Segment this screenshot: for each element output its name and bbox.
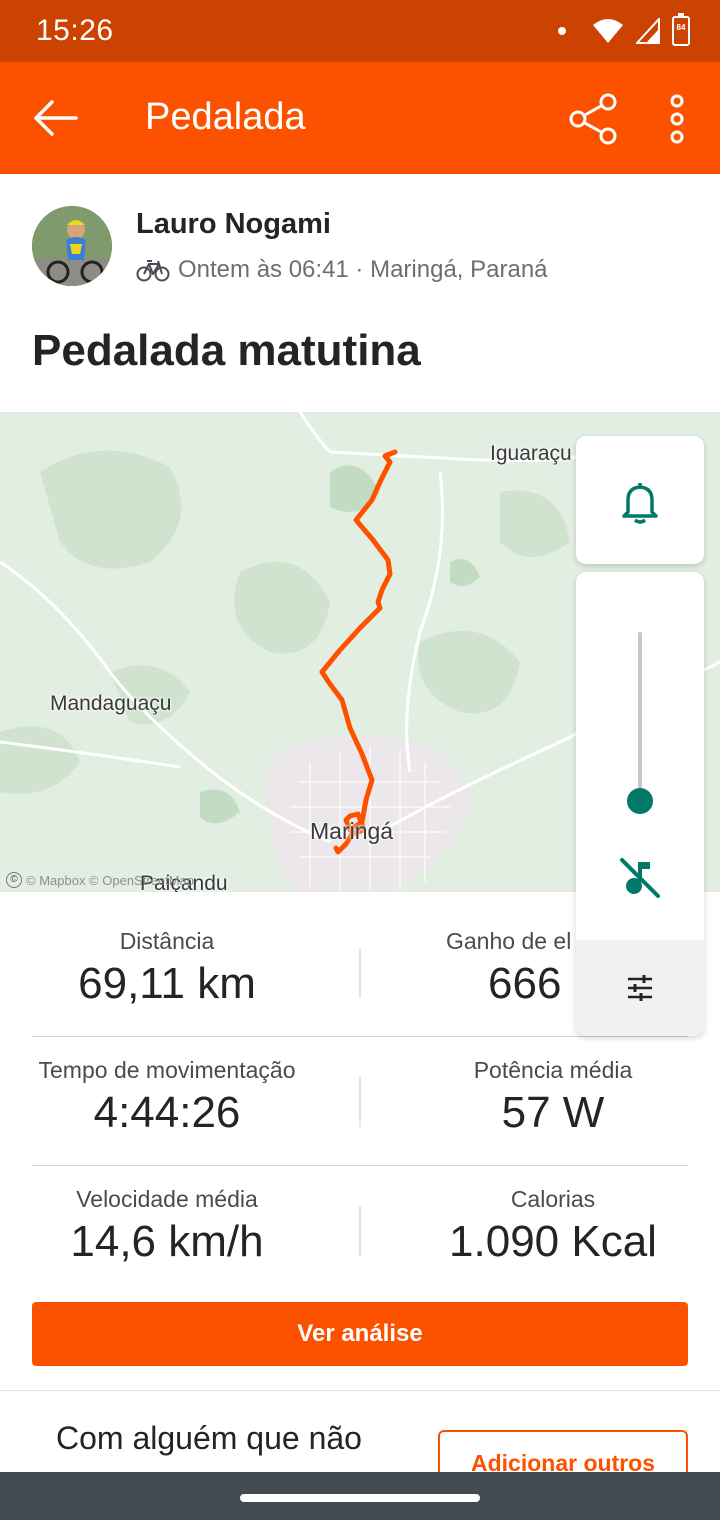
info-icon[interactable]: ©	[6, 872, 22, 888]
volume-slider-thumb[interactable]	[627, 788, 653, 814]
status-time: 15:26	[36, 14, 114, 47]
stat-moving-time: Tempo de movimentação 4:44:26	[0, 1057, 334, 1138]
bell-icon	[622, 483, 658, 524]
activity-meta-text: Ontem às 06:41 · Maringá, Paraná	[178, 256, 548, 283]
wifi-icon	[593, 19, 623, 43]
activity-meta: Ontem às 06:41 · Maringá, Paraná	[136, 256, 548, 284]
stat-avg-power: Potência média 57 W	[386, 1057, 720, 1138]
status-icons: 84	[558, 13, 690, 48]
stat-avg-speed: Velocidade média 14,6 km/h	[0, 1186, 334, 1267]
stat-divider	[359, 1077, 361, 1127]
stat-distance: Distância 69,11 km	[0, 928, 334, 1009]
stat-label: Velocidade média	[76, 1186, 258, 1212]
stat-value: 1.090 Kcal	[449, 1217, 657, 1266]
notification-dot-icon	[558, 27, 566, 35]
stat-divider	[359, 948, 361, 998]
stat-label: Calorias	[510, 1186, 596, 1212]
status-bar: 15:26 84	[0, 0, 720, 62]
back-arrow-icon[interactable]	[30, 94, 82, 142]
system-nav-bar	[0, 1472, 720, 1520]
map-attribution[interactable]: © © Mapbox © OpenStreetMap	[6, 872, 194, 888]
stat-value: 57 W	[501, 1088, 605, 1137]
stat-label: Distância	[119, 928, 215, 954]
attribution-text: © Mapbox © OpenStreetMap	[26, 872, 195, 888]
share-icon[interactable]	[566, 92, 620, 146]
bike-icon	[136, 260, 170, 282]
activity-title: Pedalada matutina	[32, 326, 421, 375]
stat-label: Potência média	[473, 1057, 633, 1083]
view-analysis-button[interactable]: Ver análise	[32, 1302, 688, 1366]
stat-value: 69,11 km	[78, 959, 256, 1008]
stats-row-divider	[32, 1036, 688, 1037]
map-label-maringa: Maringá	[310, 818, 394, 844]
music-muted-icon[interactable]	[618, 856, 662, 900]
home-gesture-handle[interactable]	[240, 1494, 480, 1502]
stat-value: 14,6 km/h	[70, 1217, 264, 1266]
ringer-mode-button[interactable]	[576, 436, 704, 564]
athlete-name[interactable]: Lauro Nogami	[136, 208, 331, 241]
section-divider	[0, 1390, 720, 1391]
app-bar: Pedalada	[0, 62, 720, 174]
signal-icon	[636, 18, 660, 44]
battery-icon: 84	[672, 13, 690, 46]
stat-calories: Calorias 1.090 Kcal	[386, 1186, 720, 1267]
volume-control	[576, 572, 704, 1036]
stats-row-divider	[32, 1165, 688, 1166]
map-label-mandaguacu: Mandaguaçu	[50, 692, 172, 715]
stat-label: Tempo de movimentação	[38, 1057, 296, 1083]
stat-value: 4:44:26	[93, 1088, 241, 1137]
stat-divider	[359, 1206, 361, 1256]
page-title: Pedalada	[145, 96, 306, 138]
group-prompt: Com alguém que não	[56, 1420, 362, 1456]
sliders-icon	[628, 975, 652, 1001]
volume-slider-track[interactable]	[638, 632, 642, 800]
map-label-iguaracu: Iguaraçu	[490, 442, 572, 465]
more-options-icon[interactable]	[660, 92, 694, 146]
avatar[interactable]	[32, 206, 112, 286]
volume-settings-button[interactable]	[576, 940, 704, 1036]
battery-level: 84	[676, 23, 686, 32]
